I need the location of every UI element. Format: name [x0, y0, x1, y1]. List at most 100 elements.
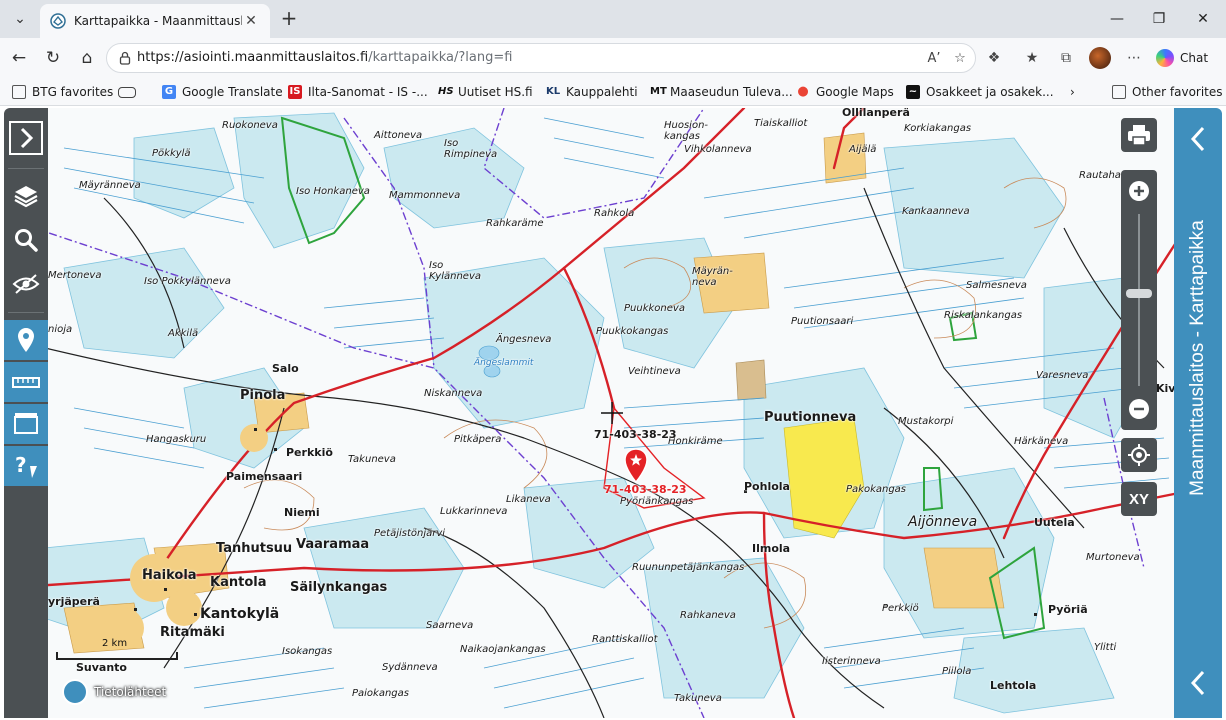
chevron-left-icon[interactable] [1186, 668, 1210, 698]
favorite-google-maps[interactable]: ● Google Maps [796, 83, 894, 101]
place-label: Uutela [1034, 516, 1075, 529]
expand-menu-button[interactable] [4, 118, 48, 158]
place-label: Säilynkangas [290, 580, 388, 595]
stock-chart-icon: ~ [906, 85, 920, 99]
left-toolbar: ? [4, 108, 48, 718]
favorites-overflow-chevron-icon[interactable]: › [1070, 83, 1075, 101]
place-label: Hangaskuru [146, 434, 207, 445]
tab-actions-menu-button[interactable]: ⌄ [6, 6, 34, 32]
search-button[interactable] [4, 220, 48, 260]
favorite-label: BTG favorites [32, 85, 114, 99]
data-sources-button[interactable]: Tietolähteet [62, 678, 166, 706]
collections-icon[interactable]: ⧉ [1056, 48, 1076, 68]
address-input[interactable]: https://asiointi.maanmittauslaitos.fi/ka… [106, 43, 976, 73]
place-label: Kantola [210, 575, 267, 590]
xy-label: XY [1128, 490, 1149, 508]
measure-area-button[interactable] [4, 404, 48, 444]
favorite-maaseudun-tulevaisuus[interactable]: MT Maaseudun Tuleva... [650, 83, 793, 101]
extensions-icon[interactable]: ❖ [984, 48, 1004, 68]
place-label: Paiokangas [352, 688, 409, 699]
favorites-icon[interactable]: ★ [1022, 48, 1042, 68]
favorite-btg[interactable]: BTG favorites [12, 83, 113, 101]
favorite-label: Uutiset HS.fi [458, 85, 533, 99]
place-label: Ylitti [1094, 642, 1117, 653]
place-label: Puutionsaari [791, 316, 854, 327]
more-options-icon[interactable]: ⋯ [1124, 48, 1144, 68]
favorite-ilta-sanomat[interactable]: IS Ilta-Sanomat - IS -... [288, 83, 428, 101]
refresh-button[interactable]: ↻ [40, 46, 66, 70]
read-aloud-icon[interactable]: A’ [925, 50, 943, 68]
zoom-in-button[interactable] [1121, 174, 1157, 208]
chat-label: Chat [1180, 51, 1209, 65]
is-icon: IS [288, 85, 302, 99]
place-label: Salo [272, 362, 299, 375]
favorite-google-translate[interactable]: G Google Translate [162, 83, 283, 101]
measure-distance-button[interactable] [4, 362, 48, 402]
place-label: Salmesneva [966, 280, 1027, 291]
active-tab[interactable]: Karttapaikka - Maanmittauslaitos ✕ [40, 4, 270, 38]
favorite-label: Google Maps [816, 85, 894, 99]
layers-button[interactable] [4, 176, 48, 216]
zoom-control [1121, 170, 1157, 430]
app-title: Maanmittauslaitos - Karttapaikka [1187, 220, 1208, 496]
place-label: Ranttiskalliot [592, 634, 658, 645]
restore-button[interactable]: ❐ [1144, 8, 1174, 30]
place-label: Iso Rimpineva [444, 138, 498, 160]
favorite-label: Other favorites [1132, 85, 1223, 99]
place-label: Lehtola [990, 679, 1037, 692]
lock-icon [119, 51, 131, 65]
kl-icon: KL [546, 86, 561, 97]
place-label: Tanhutsuu [216, 541, 293, 556]
place-label: Pyöriänkangas [620, 496, 694, 507]
favorite-star-icon[interactable]: ☆ [951, 50, 969, 68]
coordinates-button[interactable]: XY [1121, 482, 1157, 516]
place-label: Rahkaneva [680, 610, 736, 621]
favorite-other[interactable]: Other favorites [1112, 83, 1223, 101]
new-tab-button[interactable]: + [278, 7, 300, 31]
favorite-hs[interactable]: HS Uutiset HS.fi [438, 83, 533, 101]
place-marker-button[interactable] [4, 320, 48, 360]
copilot-chat-button[interactable]: Chat [1156, 44, 1220, 72]
hide-layers-button[interactable] [4, 264, 48, 304]
zoom-slider-track[interactable] [1138, 214, 1140, 386]
place-label: Aijälä [849, 144, 877, 155]
place-label: Pinola [240, 388, 286, 403]
place-label: Mäyränneva [79, 180, 141, 191]
address-toolbar: ← ↻ ⌂ https://asiointi.maanmittauslaitos… [0, 38, 1226, 78]
map-marker-icon[interactable] [623, 448, 649, 484]
profile-avatar[interactable] [1089, 47, 1111, 69]
window-close-button[interactable]: ✕ [1188, 8, 1218, 30]
place-label: Iso Honkaneva [296, 186, 370, 197]
place-label: Piilola [942, 666, 972, 677]
favorite-osakkeet[interactable]: ~ Osakkeet ja osakek... [906, 83, 1054, 101]
place-label: Kantokylä [200, 606, 280, 622]
home-button[interactable]: ⌂ [74, 46, 100, 70]
print-button[interactable] [1121, 118, 1157, 152]
minimize-button[interactable]: — [1102, 8, 1132, 30]
tab-strip: ⌄ Karttapaikka - Maanmittauslaitos ✕ + —… [0, 0, 1226, 38]
zoom-slider-handle[interactable] [1126, 289, 1152, 298]
chevron-down-icon: ⌄ [14, 11, 26, 27]
help-button[interactable]: ? [4, 446, 48, 486]
url-host: https://asiointi.maanmittauslaitos.fi [137, 50, 369, 65]
locate-me-button[interactable] [1121, 438, 1157, 472]
favorite-unnamed[interactable] [118, 83, 142, 101]
place-label: Niemi [284, 506, 320, 519]
place-label: Naikaojankangas [460, 644, 546, 655]
place-label: Vihkolanneva [684, 144, 752, 155]
crosshair-icon [601, 402, 623, 424]
chevron-left-icon[interactable] [1186, 124, 1210, 154]
place-label: Iisterinneva [822, 656, 881, 667]
place-label: Pitkäpera [454, 434, 502, 445]
eye-off-icon [12, 274, 40, 294]
place-label: Haikola [142, 568, 197, 583]
device-icon [118, 86, 136, 98]
tab-close-icon[interactable]: ✕ [242, 13, 260, 29]
map-application: Ruokoneva Aittoneva Pökkylä Iso Rimpinev… [4, 108, 1222, 718]
favorite-label: Ilta-Sanomat - IS -... [308, 85, 428, 99]
favorite-kauppalehti[interactable]: KL Kauppalehti [546, 83, 638, 101]
zoom-out-button[interactable] [1121, 392, 1157, 426]
place-label: Paimensaari [226, 470, 303, 483]
back-button[interactable]: ← [6, 46, 32, 70]
place-label: Isokangas [282, 646, 333, 657]
